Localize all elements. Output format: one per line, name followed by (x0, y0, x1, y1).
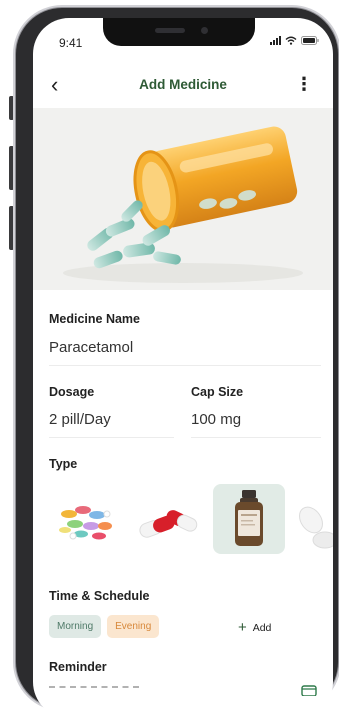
more-options-icon[interactable]: ⋮ (295, 74, 313, 95)
medicine-name-input[interactable]: Paracetamol (49, 339, 321, 356)
page-title: Add Medicine (139, 77, 227, 92)
reminder-value[interactable] (49, 686, 139, 694)
medicine-hero-image (33, 108, 333, 290)
white-pill-icon (299, 506, 333, 549)
medicine-name-underline (49, 365, 321, 366)
tablets-icon (59, 506, 112, 540)
plus-icon: + (238, 619, 247, 636)
pill-bottle-illustration (63, 126, 303, 283)
battery-icon (301, 36, 319, 45)
capsule-icon (139, 510, 198, 538)
mute-switch (9, 96, 14, 120)
app-screen: 9:41 ‹ Add Medicine ⋮ Medicine Name Para… (33, 18, 333, 718)
evening-chip[interactable]: Evening (107, 615, 160, 638)
status-time: 9:41 (59, 36, 83, 50)
type-selector (49, 484, 333, 554)
status-icons (270, 36, 319, 45)
volume-down-button (9, 206, 14, 250)
schedule-label: Time & Schedule (49, 589, 150, 603)
dosage-label: Dosage (49, 385, 95, 399)
reminder-label: Reminder (49, 660, 107, 674)
cap-size-label: Cap Size (191, 385, 244, 399)
add-label: Add (252, 621, 272, 634)
syrup-bottle-icon (235, 490, 263, 546)
speaker (155, 28, 185, 33)
type-option-pills[interactable] (295, 484, 333, 554)
dosage-input[interactable]: 2 pill/Day (49, 411, 174, 428)
volume-up-button (9, 146, 14, 190)
calendar-icon[interactable] (301, 684, 317, 696)
dosage-underline (49, 437, 174, 438)
type-option-capsules[interactable] (131, 484, 203, 554)
cap-size-input[interactable]: 100 mg (191, 411, 321, 428)
camera (201, 27, 208, 34)
cap-size-underline (191, 437, 321, 438)
morning-chip[interactable]: Morning (49, 615, 102, 638)
signal-icon (270, 36, 281, 45)
type-option-syrup[interactable] (213, 484, 285, 554)
type-option-tablets[interactable] (49, 484, 121, 554)
notch (103, 18, 255, 46)
type-label: Type (49, 457, 78, 471)
app-header: ‹ Add Medicine ⋮ (33, 72, 333, 102)
wifi-icon (285, 36, 297, 45)
add-schedule-button[interactable]: + Add (238, 619, 271, 636)
schedule-chips: Morning Evening (49, 615, 160, 638)
medicine-name-label: Medicine Name (49, 312, 141, 326)
